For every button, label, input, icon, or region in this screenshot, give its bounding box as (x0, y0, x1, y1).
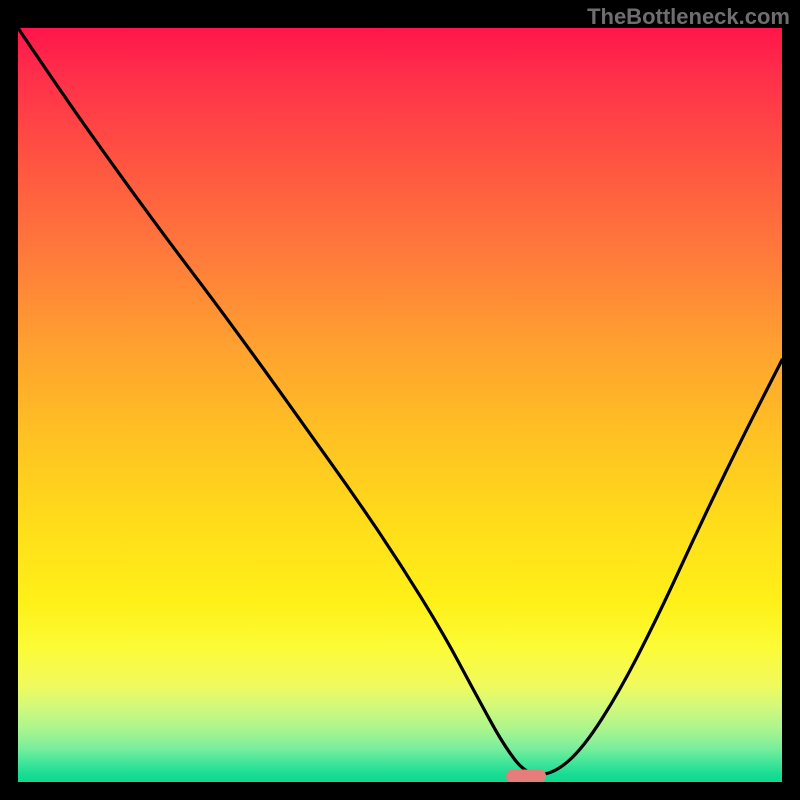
chart-frame: TheBottleneck.com (0, 0, 800, 800)
optimum-marker (506, 769, 546, 782)
plot-area (18, 28, 782, 782)
bottleneck-curve (18, 28, 782, 782)
watermark-text: TheBottleneck.com (587, 4, 790, 30)
